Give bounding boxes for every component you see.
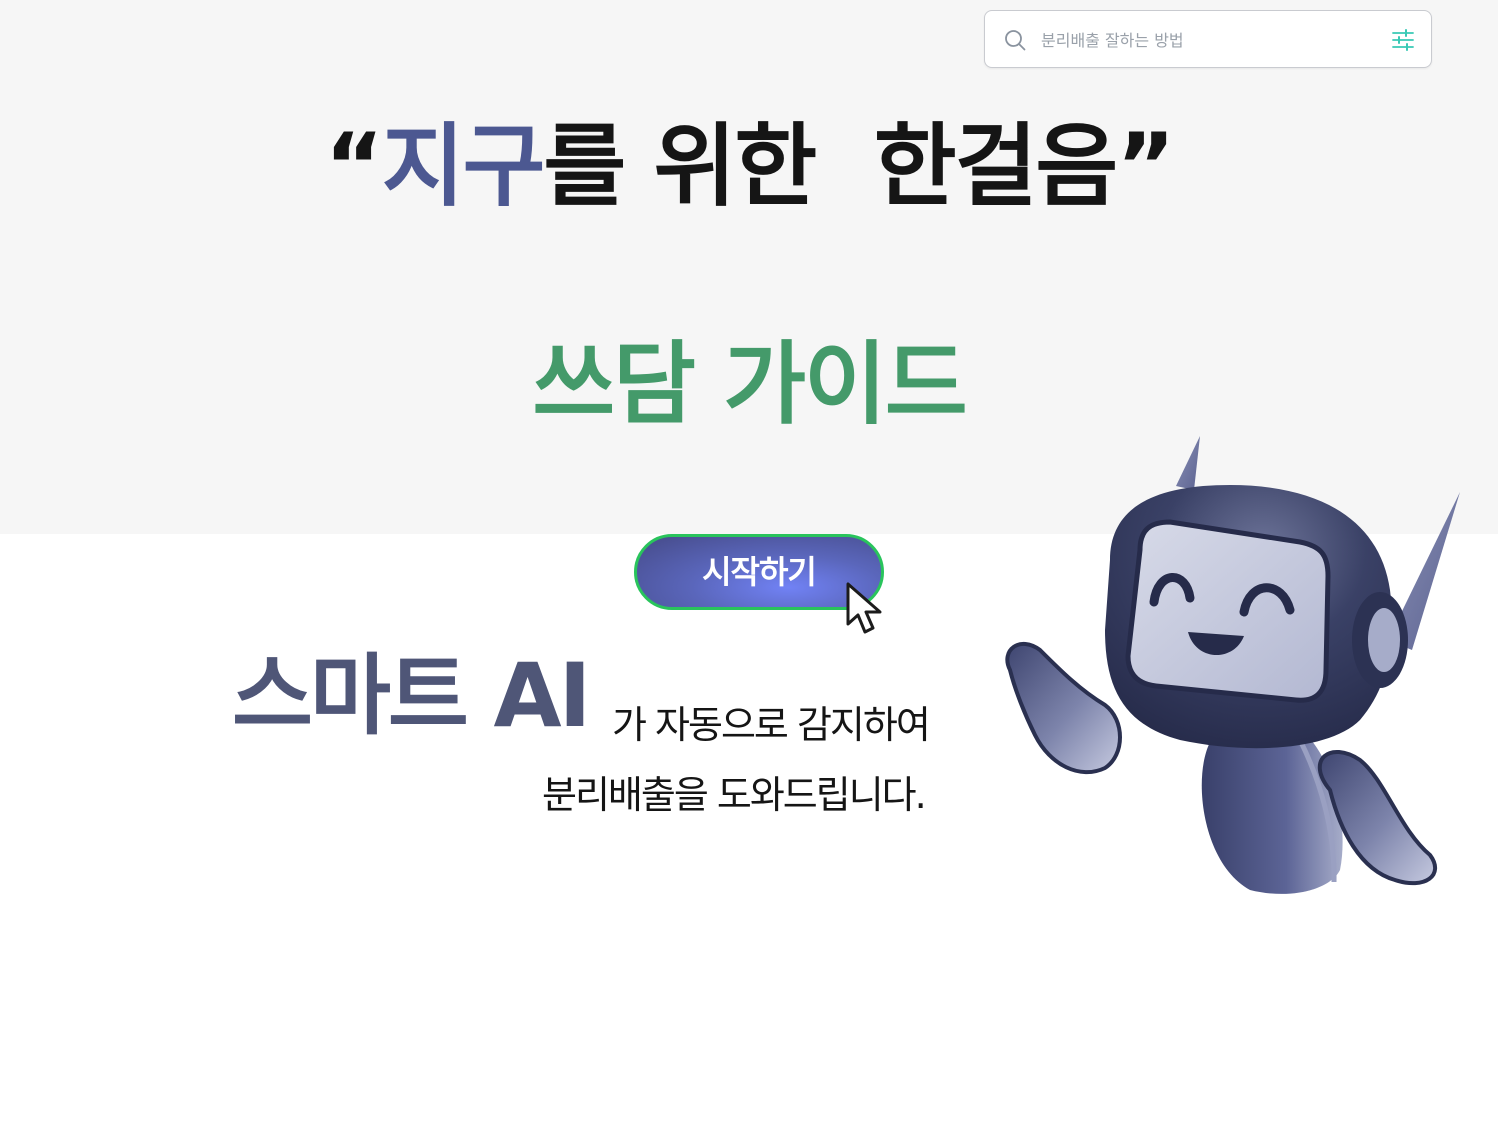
mouse-pointer-icon: [846, 582, 882, 634]
guide-title: 쓰담 가이드: [532, 332, 967, 437]
smart-ai-description-line2: 분리배출을 도와드립니다.: [542, 773, 927, 817]
headline-rest: 를 위한 한걸음: [543, 114, 1118, 219]
quote-open: “: [324, 114, 384, 219]
hero-headline: “지구를 위한 한걸음”: [0, 112, 1498, 222]
robot-mascot-icon: [1005, 436, 1460, 894]
search-bar[interactable]: [984, 10, 1432, 68]
smart-ai-title: 스마트 AI: [232, 644, 591, 747]
smart-ai-description: 가 자동으로 감지하여: [612, 703, 931, 747]
search-input[interactable]: [1041, 23, 1371, 57]
search-icon: [1005, 30, 1026, 51]
quote-close: ”: [1116, 114, 1175, 219]
landing-page: “지구를 위한 한걸음” 쓰담 가이드 시작하기 스마트 AI 가 자동으로 감…: [0, 0, 1498, 1126]
headline-accent: 지구: [381, 114, 546, 219]
sliders-icon[interactable]: [1391, 28, 1415, 52]
